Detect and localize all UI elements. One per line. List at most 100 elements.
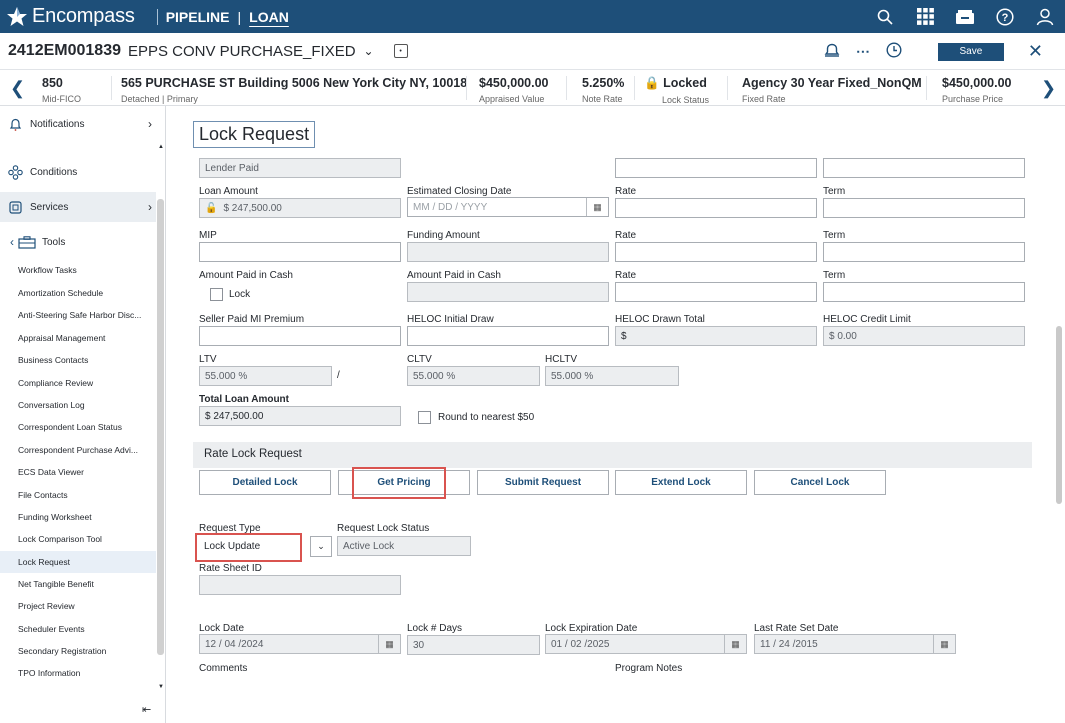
chevron-down-icon[interactable]: ⌄ (310, 536, 332, 557)
tool-item[interactable]: Correspondent Purchase Advi... (18, 445, 138, 455)
save-button[interactable]: Save (937, 42, 1004, 61)
tool-item[interactable]: ECS Data Viewer (18, 467, 84, 477)
svg-text:?: ? (1002, 12, 1009, 24)
mip-input[interactable] (199, 242, 401, 262)
rate-input[interactable] (615, 198, 817, 218)
chevron-right-icon[interactable]: ❯ (1041, 78, 1056, 99)
chevron-down-icon[interactable]: ⌄ (364, 44, 374, 58)
star-logo-icon (7, 6, 27, 26)
round-checkbox[interactable] (418, 411, 431, 424)
tool-item[interactable]: Net Tangible Benefit (18, 579, 94, 589)
tool-item[interactable]: Scheduler Events (18, 624, 85, 634)
last-rate-label: Last Rate Set Date (754, 623, 839, 634)
document-icon[interactable]: • (393, 44, 408, 58)
extend-lock-button[interactable]: Extend Lock (615, 470, 747, 495)
ltv-label: LTV (199, 354, 217, 365)
seller-paid-input[interactable] (199, 326, 401, 346)
search-icon[interactable] (865, 9, 905, 25)
request-status-label: Request Lock Status (337, 523, 430, 534)
submit-request-button[interactable]: Submit Request (477, 470, 609, 495)
encompass-logo[interactable]: Encompass (6, 5, 135, 28)
top-bar: Encompass PIPELINE | LOAN ? (0, 0, 1065, 33)
chevron-left-icon[interactable]: ❮ (10, 78, 25, 99)
main-scrollbar[interactable] (1056, 326, 1062, 504)
scroll-down-icon[interactable]: ▼ (158, 684, 164, 690)
tool-item[interactable]: Secondary Registration (18, 646, 106, 656)
tool-item[interactable]: Amortization Schedule (18, 288, 103, 298)
tool-item[interactable]: Lock Comparison Tool (18, 534, 102, 544)
lock-checkbox-label: Lock (229, 289, 251, 300)
toolbox-icon (18, 235, 36, 249)
tool-item[interactable]: Business Contacts (18, 355, 88, 365)
tool-item[interactable]: Project Review (18, 601, 75, 611)
tool-item[interactable]: Correspondent Loan Status (18, 422, 122, 432)
tool-item[interactable]: TPO Information (18, 668, 80, 678)
strip-label: Purchase Price (942, 94, 1004, 104)
strip-value: 850 (42, 76, 63, 90)
scroll-up-icon[interactable]: ▲ (158, 144, 164, 150)
calendar-icon[interactable]: ▦ (586, 198, 608, 216)
tool-item[interactable]: File Contacts (18, 490, 68, 500)
est-closing-input[interactable]: MM / DD / YYYY ▦ (407, 197, 609, 217)
strip-label: Appraised Value (479, 94, 545, 104)
strip-purchase-price: $450,000.00 Purchase Price (942, 76, 1012, 104)
loan-summary-strip: ❮ 850 Mid-FICO 565 PURCHASE ST Building … (0, 70, 1065, 106)
strip-value: $450,000.00 (479, 76, 549, 90)
calendar-icon[interactable]: ▦ (378, 635, 400, 653)
sidebar-item-tools[interactable]: ‹ Tools (0, 232, 156, 252)
term-input-top[interactable] (823, 158, 1025, 178)
rate-input-2[interactable] (615, 242, 817, 262)
detailed-lock-button[interactable]: Detailed Lock (199, 470, 331, 495)
apps-grid-icon[interactable] (905, 8, 945, 25)
est-closing-label: Estimated Closing Date (407, 186, 512, 197)
sidebar-item-notifications[interactable]: Notifications › (0, 114, 156, 134)
nav-loan[interactable]: LOAN (249, 9, 289, 25)
sidebar-item-conditions[interactable]: Conditions (0, 162, 156, 182)
loan-name[interactable]: EPPS CONV PURCHASE_FIXED (128, 43, 356, 60)
bell-icon[interactable] (824, 43, 840, 60)
term-input[interactable] (823, 198, 1025, 218)
calendar-icon[interactable]: ▦ (933, 635, 955, 653)
nav-slash: | (237, 8, 242, 25)
lock-days-label: Lock # Days (407, 623, 463, 634)
term-input-2[interactable] (823, 242, 1025, 262)
cltv-label: CLTV (407, 354, 432, 365)
heloc-initial-input[interactable] (407, 326, 609, 346)
lock-checkbox[interactable] (210, 288, 223, 301)
rate-input-top[interactable] (615, 158, 817, 178)
clock-icon[interactable] (886, 42, 902, 61)
heloc-credit-field: $ 0.00 (823, 326, 1025, 346)
bell-icon (6, 118, 24, 131)
sidebar-scrollbar[interactable] (157, 199, 164, 655)
tool-item[interactable]: Compliance Review (18, 378, 93, 388)
conditions-icon (6, 164, 24, 180)
tool-item[interactable]: Anti-Steering Safe Harbor Disc... (18, 310, 141, 320)
lock-date-field: 12 / 04 /2024 ▦ (199, 634, 401, 654)
user-icon[interactable] (1025, 8, 1065, 26)
rate-input-3[interactable] (615, 282, 817, 302)
tool-item[interactable]: Appraisal Management (18, 333, 105, 343)
calendar-icon[interactable]: ▦ (724, 635, 746, 653)
ltv-separator: / (337, 370, 340, 381)
more-icon[interactable]: ⋯ (856, 43, 870, 60)
collapse-sidebar-icon[interactable]: ⇤ (142, 703, 151, 716)
term-label: Term (823, 230, 846, 241)
get-pricing-highlight (352, 467, 446, 499)
cancel-lock-button[interactable]: Cancel Lock (754, 470, 886, 495)
rate-label: Rate (615, 230, 637, 241)
page-title: Lock Request (193, 121, 316, 148)
help-icon[interactable]: ? (985, 7, 1025, 26)
lock-date-value: 12 / 04 /2024 (205, 638, 264, 650)
unlock-icon[interactable]: 🔓 (205, 203, 217, 214)
section-title: Rate Lock Request (204, 448, 302, 460)
tool-item[interactable]: Conversation Log (18, 400, 85, 410)
sidebar-item-label: Tools (42, 236, 66, 248)
nav-pipeline[interactable]: PIPELINE (166, 9, 230, 25)
close-icon[interactable]: ✕ (1028, 41, 1043, 62)
tool-item[interactable]: Workflow Tasks (18, 265, 77, 275)
sidebar-item-services[interactable]: Services › (0, 192, 156, 222)
inbox-icon[interactable] (945, 9, 985, 25)
term-input-3[interactable] (823, 282, 1025, 302)
tool-item[interactable]: Funding Worksheet (18, 512, 92, 522)
tool-item-lock-request[interactable]: Lock Request (18, 557, 70, 567)
